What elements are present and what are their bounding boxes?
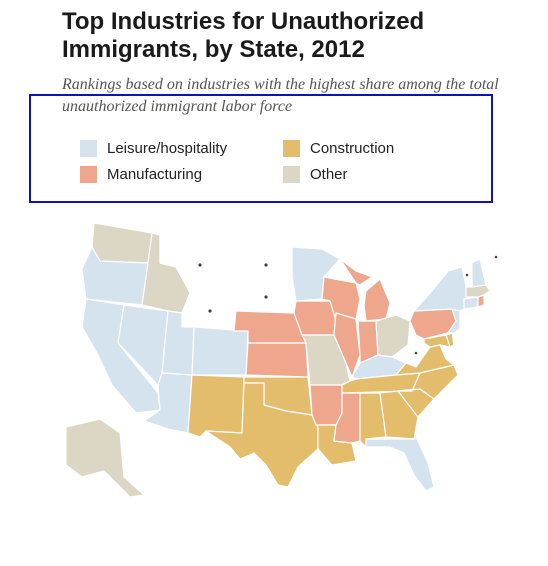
legend-item-manufacturing: Manufacturing bbox=[80, 166, 202, 183]
state-ny bbox=[413, 266, 471, 312]
state-ct bbox=[463, 296, 479, 310]
state-wa bbox=[91, 222, 153, 264]
capital-dot-mt bbox=[198, 263, 202, 267]
states-layer bbox=[65, 222, 513, 498]
capital-dot-wy bbox=[208, 309, 212, 313]
legend-item-construction: Construction bbox=[283, 140, 394, 157]
state-ak bbox=[65, 418, 145, 498]
state-me bbox=[479, 236, 513, 286]
state-ia bbox=[293, 300, 337, 336]
map-title: Top Industries for Unauthorized Immigran… bbox=[62, 8, 425, 63]
legend-label-other: Other bbox=[310, 166, 348, 183]
legend-swatch-manufacturing bbox=[80, 166, 97, 183]
state-oh bbox=[375, 314, 411, 358]
legend-swatch-leisure bbox=[80, 140, 97, 157]
state-co bbox=[191, 326, 249, 376]
state-ks bbox=[245, 342, 309, 378]
capital-dot-me bbox=[494, 255, 498, 259]
state-ar bbox=[309, 384, 343, 426]
capital-dot-sd bbox=[264, 295, 268, 299]
legend-swatch-construction bbox=[283, 140, 300, 157]
legend-item-leisure: Leisure/hospitality bbox=[80, 140, 227, 157]
capital-dot-nd bbox=[264, 263, 268, 267]
state-sd bbox=[235, 274, 295, 314]
state-nm bbox=[187, 374, 245, 438]
legend-item-other: Other bbox=[283, 166, 348, 183]
us-states-map bbox=[65, 222, 513, 498]
state-fl bbox=[365, 436, 435, 492]
legend-label-manufacturing: Manufacturing bbox=[107, 166, 203, 183]
state-wy bbox=[181, 280, 237, 332]
legend-swatch-other bbox=[283, 166, 300, 183]
legend-label-construction: Construction bbox=[310, 140, 395, 157]
legend-label-leisure: Leisure/hospitality bbox=[107, 140, 228, 157]
capital-dot-vt bbox=[465, 273, 469, 277]
capital-dot-wv bbox=[414, 351, 418, 355]
state-nd bbox=[235, 244, 293, 278]
